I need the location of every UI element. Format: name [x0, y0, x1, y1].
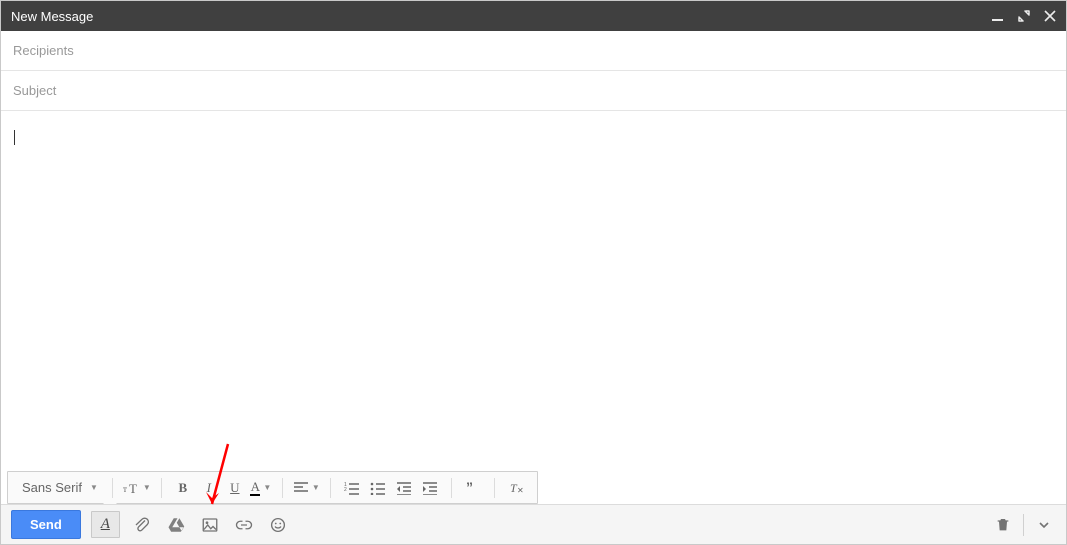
insert-link-button[interactable] — [232, 513, 256, 537]
bold-button[interactable]: B — [172, 476, 194, 500]
divider — [1023, 514, 1024, 536]
divider — [161, 478, 162, 498]
svg-text:т: т — [123, 484, 127, 494]
recipients-input[interactable] — [13, 31, 1054, 70]
divider — [494, 478, 495, 498]
compose-actions-bar: Send A — [1, 504, 1066, 544]
subject-row[interactable] — [1, 71, 1066, 111]
window-title: New Message — [11, 9, 93, 24]
indent-less-button[interactable] — [393, 476, 415, 500]
chevron-down-icon: ▼ — [312, 483, 320, 492]
divider — [330, 478, 331, 498]
window-controls — [992, 10, 1056, 22]
formatting-a-icon: A — [101, 516, 110, 533]
recipients-row[interactable] — [1, 31, 1066, 71]
align-button[interactable]: ▼ — [293, 476, 320, 500]
popout-icon[interactable] — [1018, 10, 1030, 22]
close-icon[interactable] — [1044, 10, 1056, 22]
subject-input[interactable] — [13, 71, 1054, 110]
indent-more-button[interactable] — [419, 476, 441, 500]
bulleted-list-button[interactable] — [367, 476, 389, 500]
titlebar[interactable]: New Message — [1, 1, 1066, 31]
text-caret — [14, 130, 15, 145]
divider — [282, 478, 283, 498]
svg-text:T: T — [129, 481, 137, 496]
minimize-icon[interactable] — [992, 10, 1004, 22]
text-color-button[interactable]: A ▼ — [250, 476, 272, 500]
quote-button[interactable]: ” — [462, 476, 484, 500]
insert-photo-button[interactable] — [198, 513, 222, 537]
chevron-down-icon: ▼ — [143, 483, 151, 492]
formatting-toggle-button[interactable]: A — [91, 511, 120, 538]
italic-button[interactable]: I — [198, 476, 220, 500]
attach-file-button[interactable] — [130, 513, 154, 537]
formatting-toolbar: Sans Serif ▼ т T ▼ B I U A ▼ — [7, 471, 538, 504]
send-button[interactable]: Send — [11, 510, 81, 539]
chevron-down-icon: ▼ — [263, 483, 271, 492]
numbered-list-button[interactable]: 12 — [341, 476, 363, 500]
insert-drive-button[interactable] — [164, 513, 188, 537]
remove-formatting-button[interactable]: T✕ — [505, 476, 527, 500]
compose-window: New Message — [0, 0, 1067, 545]
divider — [451, 478, 452, 498]
svg-text:✕: ✕ — [517, 486, 524, 495]
chevron-down-icon: ▼ — [90, 483, 98, 492]
underline-button[interactable]: U — [224, 476, 246, 500]
svg-text:”: ” — [466, 481, 473, 495]
trash-button[interactable] — [991, 513, 1015, 537]
svg-text:2: 2 — [344, 487, 347, 493]
insert-emoji-button[interactable] — [266, 513, 290, 537]
divider — [112, 478, 113, 498]
font-family-label: Sans Serif — [22, 480, 82, 495]
font-size-button[interactable]: т T ▼ — [123, 476, 151, 500]
font-family-select[interactable]: Sans Serif ▼ — [18, 476, 102, 500]
more-options-button[interactable] — [1032, 513, 1056, 537]
